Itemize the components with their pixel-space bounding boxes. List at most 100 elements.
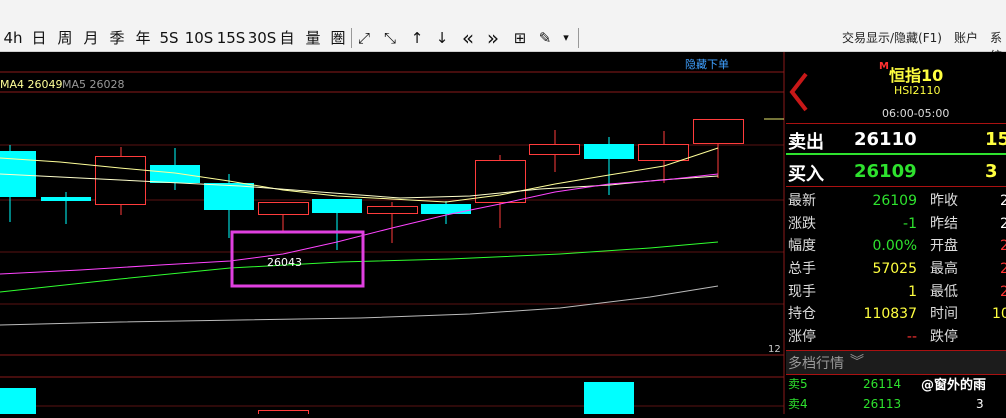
period-30s-button[interactable]: 30S [247,27,277,49]
buy-quantity: 3 [985,161,998,182]
system-menu[interactable]: 系统 [990,29,1006,63]
high-value: 2 [1000,261,1006,277]
hide-order-link[interactable]: 隐藏下单 [685,58,729,71]
instrument-name: 恒指10 [889,66,944,85]
current-volume-label: 现手 [788,284,816,300]
time-value: 10 [992,306,1006,322]
prev-close-value: 2 [1000,193,1006,209]
open-interest-value: 110837 [863,306,917,322]
quote-row: 现手 1 最低 2 [786,280,1006,304]
candle-body-up [367,206,418,214]
double-left-icon[interactable]: « [457,27,479,49]
m-badge: M [879,61,889,72]
candle-body-down [584,144,634,159]
buy-price[interactable]: 26109 [854,161,917,182]
kline-chart-svg: 26043 MA4 26049 MA5 26028 隐藏下单 12 [0,52,785,415]
limit-up-value: -- [906,329,917,345]
up-arrow-icon[interactable]: ↑ [406,27,428,49]
change-value: -1 [903,216,917,232]
sell-price[interactable]: 26110 [854,129,917,150]
total-volume-value: 57025 [872,261,917,277]
toolbar-divider [578,28,579,48]
count-label: 12 [768,344,781,355]
period-month-button[interactable]: 月 [80,27,102,49]
double-right-icon[interactable]: » [482,27,504,49]
depth-level-label: 卖5 [788,377,808,391]
title-bar [0,0,1006,24]
period-10s-button[interactable]: 10S [184,27,214,49]
divider [786,186,1006,187]
latest-label: 最新 [788,193,816,209]
quote-panel: M 恒指10 HSI2110 06:00-05:00 卖出 26110 15 买… [786,52,1006,414]
expand-icon[interactable]: ⤢ [353,27,375,49]
limit-up-label: 涨停 [788,329,816,345]
dropdown-icon[interactable]: ▾ [559,27,573,49]
total-volume-label: 总手 [788,261,816,277]
candle-body-down [204,183,254,210]
volume-button[interactable]: 量 [302,27,324,49]
custom-period-button[interactable]: 自 [276,27,298,49]
open-value: 2 [1000,238,1006,254]
depth-level-label: 卖4 [788,397,808,411]
period-quarter-button[interactable]: 季 [106,27,128,49]
down-arrow-icon[interactable]: ↓ [431,27,453,49]
prev-settle-value: 2 [1000,216,1006,232]
depth-title: 多档行情 [788,356,844,372]
double-chevron-down-icon[interactable]: ︾ [850,351,864,371]
candle-body-up [693,119,744,144]
ma5-label: MA5 26028 [62,78,125,91]
circle-button[interactable]: 圏 [327,27,349,49]
candle-body-up [258,202,309,215]
quote-row: 最新 26109 昨收 2 [786,189,1006,213]
quote-row: 总手 57025 最高 2 [786,257,1006,281]
depth-price: 26114 [863,377,902,391]
sell-quantity: 15 [985,129,1006,150]
period-year-button[interactable]: 年 [132,27,154,49]
candle-body-down [312,199,362,213]
open-label: 开盘 [930,238,958,254]
bid-ask-divider [786,153,1006,155]
toggle-trade-display-menu[interactable]: 交易显示/隐藏(F1) [842,29,942,47]
period-15s-button[interactable]: 15S [216,27,246,49]
candle-body-down [41,197,91,201]
quote-row: 涨停 -- 跌停 [786,325,1006,349]
quote-row: 持仓 110837 时间 10 [786,302,1006,326]
chevron-left-icon[interactable] [786,72,814,112]
period-4h-button[interactable]: 4h [0,27,26,49]
account-menu[interactable]: 账户 [954,29,978,47]
prev-close-label: 昨收 [930,193,958,209]
toolbar-divider [351,28,352,48]
change-pct-value: 0.00% [872,238,917,254]
low-label: 最低 [930,284,958,300]
candle-body-up [638,144,689,161]
high-label: 最高 [930,261,958,277]
sell-label: 卖出 [788,132,824,153]
kline-chart[interactable]: 26043 MA4 26049 MA5 26028 隐藏下单 12 [0,52,786,415]
shrink-icon[interactable]: ⤡ [379,27,401,49]
volume-bar [584,382,634,414]
change-pct-label: 幅度 [788,238,816,254]
depth-header[interactable]: 多档行情 ︾ [786,350,1006,375]
current-volume-value: 1 [908,284,917,300]
candle-body-down [150,165,200,183]
period-5s-button[interactable]: 5S [157,27,181,49]
chart-toolbar: 4h 日 周 月 季 年 5S 10S 15S 30S 自 量 圏 ⤢ ⤡ ↑ … [0,24,1006,63]
prev-settle-label: 昨结 [930,216,958,232]
time-label: 时间 [930,306,958,322]
candle-body-down [421,204,471,214]
candle-body-up [529,144,580,155]
grid-icon[interactable]: ⊞ [509,27,531,49]
quote-row: 涨跌 -1 昨结 2 [786,212,1006,236]
watermark-text: @窗外的雨 [921,378,987,393]
change-label: 涨跌 [788,216,816,232]
draw-icon[interactable]: ✎ [535,27,555,49]
volume-bar [258,410,309,415]
period-day-button[interactable]: 日 [28,27,50,49]
trading-session: 06:00-05:00 [882,107,950,120]
depth-qty: 3 [976,397,984,411]
period-week-button[interactable]: 周 [54,27,76,49]
buy-label: 买入 [788,164,824,185]
latest-value: 26109 [872,193,917,209]
open-interest-label: 持仓 [788,306,816,322]
depth-row: 卖4 26113 3 [786,394,1006,414]
